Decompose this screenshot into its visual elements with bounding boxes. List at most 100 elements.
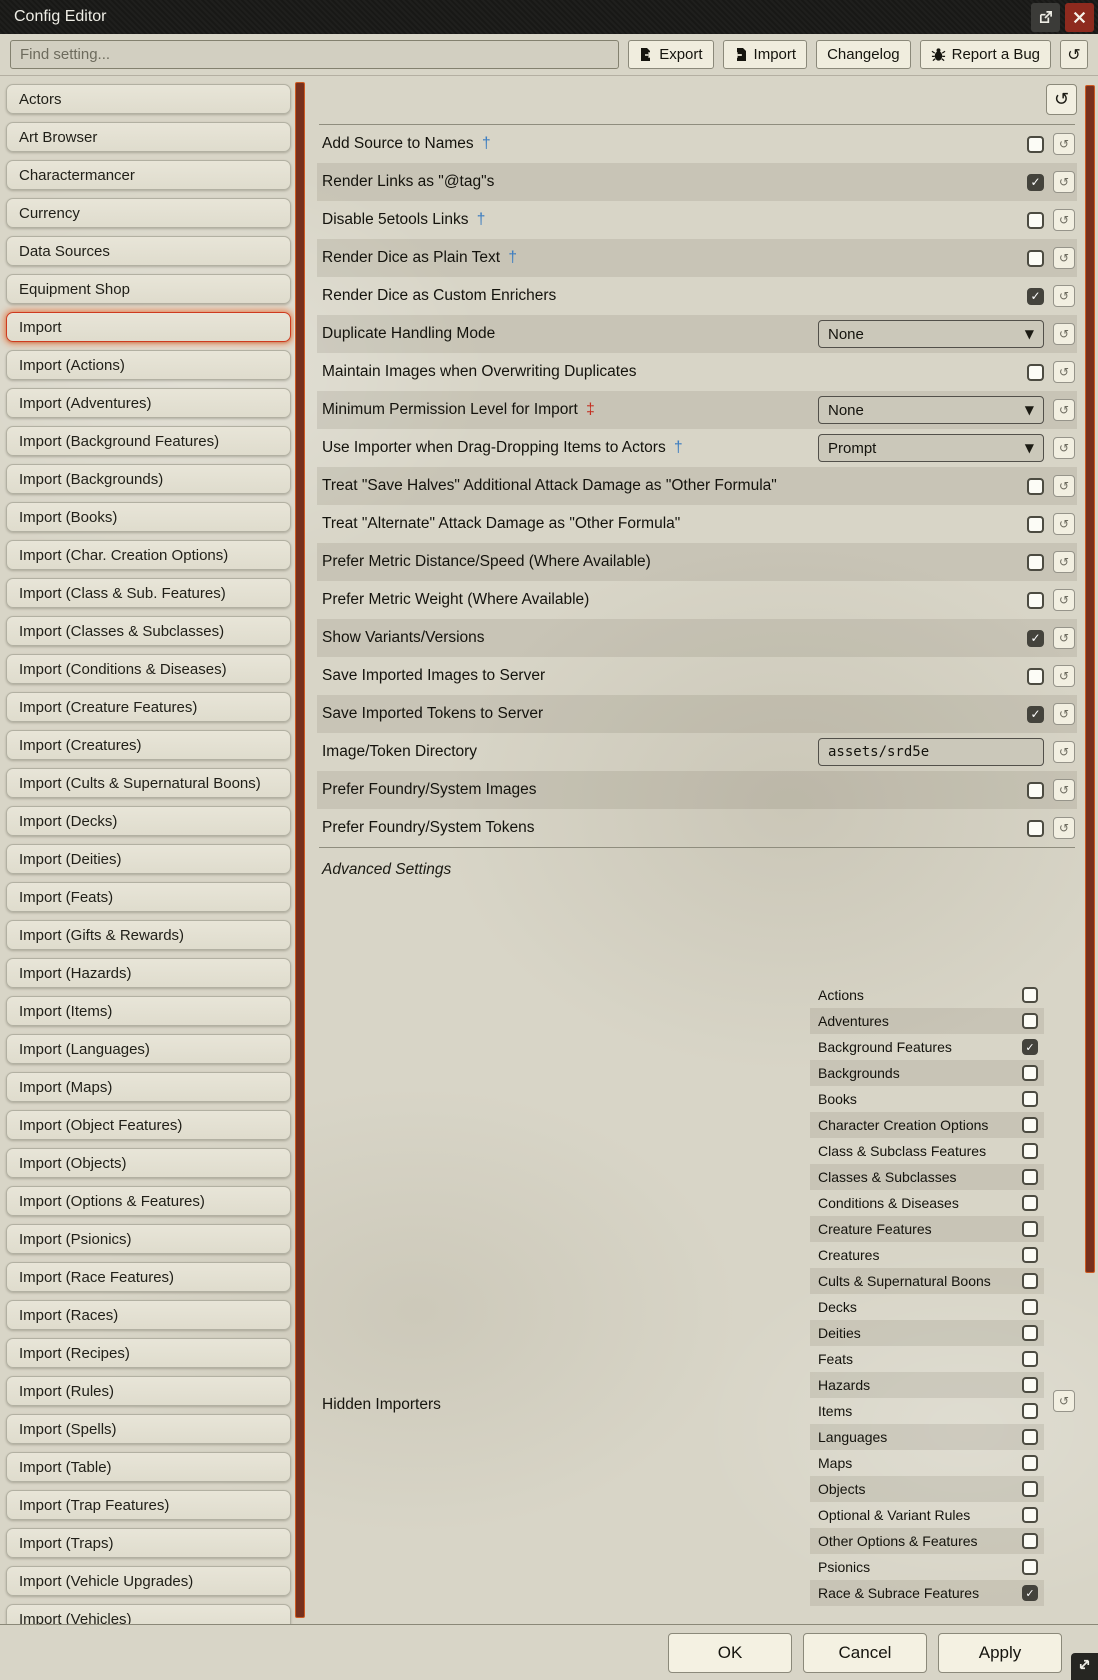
hidden-importer-checkbox-race-subrace-features[interactable]: ✓ xyxy=(1022,1585,1038,1601)
hidden-importer-checkbox-hazards[interactable] xyxy=(1022,1377,1038,1393)
row-reset-button[interactable]: ↺ xyxy=(1053,285,1075,307)
sidebar-item-import-spells[interactable]: Import (Spells) xyxy=(6,1414,291,1444)
setting-checkbox-prefer-metric-distance-speed-where-available[interactable] xyxy=(1027,554,1044,571)
sidebar-item-import-hazards[interactable]: Import (Hazards) xyxy=(6,958,291,988)
hidden-importer-checkbox-character-creation-options[interactable] xyxy=(1022,1117,1038,1133)
sidebar-item-actors[interactable]: Actors xyxy=(6,84,291,114)
setting-checkbox-render-dice-as-custom-enrichers[interactable]: ✓ xyxy=(1027,288,1044,305)
sidebar-item-data-sources[interactable]: Data Sources xyxy=(6,236,291,266)
hidden-importer-checkbox-deities[interactable] xyxy=(1022,1325,1038,1341)
row-reset-button[interactable]: ↺ xyxy=(1053,171,1075,193)
setting-checkbox-render-dice-as-plain-text[interactable] xyxy=(1027,250,1044,267)
hidden-importer-checkbox-languages[interactable] xyxy=(1022,1429,1038,1445)
sidebar-item-currency[interactable]: Currency xyxy=(6,198,291,228)
setting-checkbox-treat-alternate-attack-damage-as-other-formula[interactable] xyxy=(1027,516,1044,533)
sidebar-item-import-items[interactable]: Import (Items) xyxy=(6,996,291,1026)
popout-button[interactable] xyxy=(1031,3,1060,32)
sidebar-item-import-background-features[interactable]: Import (Background Features) xyxy=(6,426,291,456)
sidebar-item-import-objects[interactable]: Import (Objects) xyxy=(6,1148,291,1178)
close-button[interactable] xyxy=(1065,3,1094,32)
sidebar-item-import-vehicles[interactable]: Import (Vehicles) xyxy=(6,1604,291,1624)
sidebar-item-import-class-sub-features[interactable]: Import (Class & Sub. Features) xyxy=(6,578,291,608)
setting-checkbox-show-variants-versions[interactable]: ✓ xyxy=(1027,630,1044,647)
hidden-importer-checkbox-items[interactable] xyxy=(1022,1403,1038,1419)
sidebar-item-import[interactable]: Import xyxy=(6,312,291,342)
hidden-importer-checkbox-psionics[interactable] xyxy=(1022,1559,1038,1575)
hidden-importer-checkbox-maps[interactable] xyxy=(1022,1455,1038,1471)
reset-all-button[interactable]: ↺ xyxy=(1046,84,1077,115)
sidebar-item-import-backgrounds[interactable]: Import (Backgrounds) xyxy=(6,464,291,494)
sidebar-item-import-cults-supernatural-boons[interactable]: Import (Cults & Supernatural Boons) xyxy=(6,768,291,798)
hidden-importer-checkbox-creatures[interactable] xyxy=(1022,1247,1038,1263)
sidebar-item-import-conditions-diseases[interactable]: Import (Conditions & Diseases) xyxy=(6,654,291,684)
row-reset-button[interactable]: ↺ xyxy=(1053,589,1075,611)
row-reset-button[interactable]: ↺ xyxy=(1053,323,1075,345)
search-input[interactable] xyxy=(10,40,619,69)
row-reset-button[interactable]: ↺ xyxy=(1053,133,1075,155)
hidden-importer-checkbox-decks[interactable] xyxy=(1022,1299,1038,1315)
sidebar-item-import-recipes[interactable]: Import (Recipes) xyxy=(6,1338,291,1368)
hidden-importer-checkbox-objects[interactable] xyxy=(1022,1481,1038,1497)
setting-checkbox-disable-5etools-links[interactable] xyxy=(1027,212,1044,229)
sidebar-item-import-deities[interactable]: Import (Deities) xyxy=(6,844,291,874)
sidebar-item-art-browser[interactable]: Art Browser xyxy=(6,122,291,152)
report-bug-button[interactable]: Report a Bug xyxy=(920,40,1051,69)
toolbar-reset-button[interactable]: ↺ xyxy=(1060,40,1088,69)
hidden-importer-checkbox-other-options-features[interactable] xyxy=(1022,1533,1038,1549)
setting-checkbox-save-imported-tokens-to-server[interactable]: ✓ xyxy=(1027,706,1044,723)
cancel-button[interactable]: Cancel xyxy=(803,1633,927,1673)
export-button[interactable]: Export xyxy=(628,40,713,69)
sidebar-item-import-creature-features[interactable]: Import (Creature Features) xyxy=(6,692,291,722)
panel-scrollbar-thumb[interactable] xyxy=(1085,85,1095,1273)
setting-checkbox-prefer-metric-weight-where-available[interactable] xyxy=(1027,592,1044,609)
row-reset-button[interactable]: ↺ xyxy=(1053,665,1075,687)
sidebar-item-import-options-features[interactable]: Import (Options & Features) xyxy=(6,1186,291,1216)
sidebar-item-import-object-features[interactable]: Import (Object Features) xyxy=(6,1110,291,1140)
sidebar-item-import-traps[interactable]: Import (Traps) xyxy=(6,1528,291,1558)
setting-checkbox-maintain-images-when-overwriting-duplicates[interactable] xyxy=(1027,364,1044,381)
sidebar-item-import-decks[interactable]: Import (Decks) xyxy=(6,806,291,836)
setting-checkbox-render-links-as-tag-s[interactable]: ✓ xyxy=(1027,174,1044,191)
hidden-importer-checkbox-optional-variant-rules[interactable] xyxy=(1022,1507,1038,1523)
sidebar-item-import-languages[interactable]: Import (Languages) xyxy=(6,1034,291,1064)
setting-checkbox-prefer-foundry-system-tokens[interactable] xyxy=(1027,820,1044,837)
hidden-importer-checkbox-adventures[interactable] xyxy=(1022,1013,1038,1029)
hidden-importer-checkbox-books[interactable] xyxy=(1022,1091,1038,1107)
setting-checkbox-treat-save-halves-additional-attack-damage-as-other-formula[interactable] xyxy=(1027,478,1044,495)
sidebar-item-import-feats[interactable]: Import (Feats) xyxy=(6,882,291,912)
sidebar-item-charactermancer[interactable]: Charactermancer xyxy=(6,160,291,190)
sidebar-item-import-maps[interactable]: Import (Maps) xyxy=(6,1072,291,1102)
setting-select-use-importer-when-drag-dropping-items-to-actors[interactable]: Prompt▼ xyxy=(818,434,1044,462)
row-reset-button[interactable]: ↺ xyxy=(1053,703,1075,725)
hidden-importer-checkbox-creature-features[interactable] xyxy=(1022,1221,1038,1237)
setting-checkbox-save-imported-images-to-server[interactable] xyxy=(1027,668,1044,685)
row-reset-button[interactable]: ↺ xyxy=(1053,247,1075,269)
hidden-importer-checkbox-background-features[interactable]: ✓ xyxy=(1022,1039,1038,1055)
sidebar-item-import-trap-features[interactable]: Import (Trap Features) xyxy=(6,1490,291,1520)
sidebar-item-import-books[interactable]: Import (Books) xyxy=(6,502,291,532)
hidden-importer-checkbox-conditions-diseases[interactable] xyxy=(1022,1195,1038,1211)
setting-select-duplicate-handling-mode[interactable]: None▼ xyxy=(818,320,1044,348)
row-reset-button[interactable]: ↺ xyxy=(1053,209,1075,231)
row-reset-button[interactable]: ↺ xyxy=(1053,361,1075,383)
row-reset-button[interactable]: ↺ xyxy=(1053,627,1075,649)
sidebar-scrollbar-thumb[interactable] xyxy=(295,82,305,1618)
setting-select-minimum-permission-level-for-import[interactable]: None▼ xyxy=(818,396,1044,424)
hidden-importer-checkbox-class-subclass-features[interactable] xyxy=(1022,1143,1038,1159)
sidebar-item-import-race-features[interactable]: Import (Race Features) xyxy=(6,1262,291,1292)
row-reset-button[interactable]: ↺ xyxy=(1053,475,1075,497)
row-reset-button[interactable]: ↺ xyxy=(1053,437,1075,459)
hidden-importer-checkbox-feats[interactable] xyxy=(1022,1351,1038,1367)
sidebar-item-import-vehicle-upgrades[interactable]: Import (Vehicle Upgrades) xyxy=(6,1566,291,1596)
hidden-importer-checkbox-classes-subclasses[interactable] xyxy=(1022,1169,1038,1185)
sidebar-item-import-actions[interactable]: Import (Actions) xyxy=(6,350,291,380)
ok-button[interactable]: OK xyxy=(668,1633,792,1673)
setting-checkbox-prefer-foundry-system-images[interactable] xyxy=(1027,782,1044,799)
row-reset-button[interactable]: ↺ xyxy=(1053,399,1075,421)
sidebar-item-equipment-shop[interactable]: Equipment Shop xyxy=(6,274,291,304)
hidden-importer-checkbox-actions[interactable] xyxy=(1022,987,1038,1003)
sidebar-item-import-char-creation-options[interactable]: Import (Char. Creation Options) xyxy=(6,540,291,570)
sidebar-item-import-creatures[interactable]: Import (Creatures) xyxy=(6,730,291,760)
hidden-importer-checkbox-cults-supernatural-boons[interactable] xyxy=(1022,1273,1038,1289)
sidebar-item-import-gifts-rewards[interactable]: Import (Gifts & Rewards) xyxy=(6,920,291,950)
